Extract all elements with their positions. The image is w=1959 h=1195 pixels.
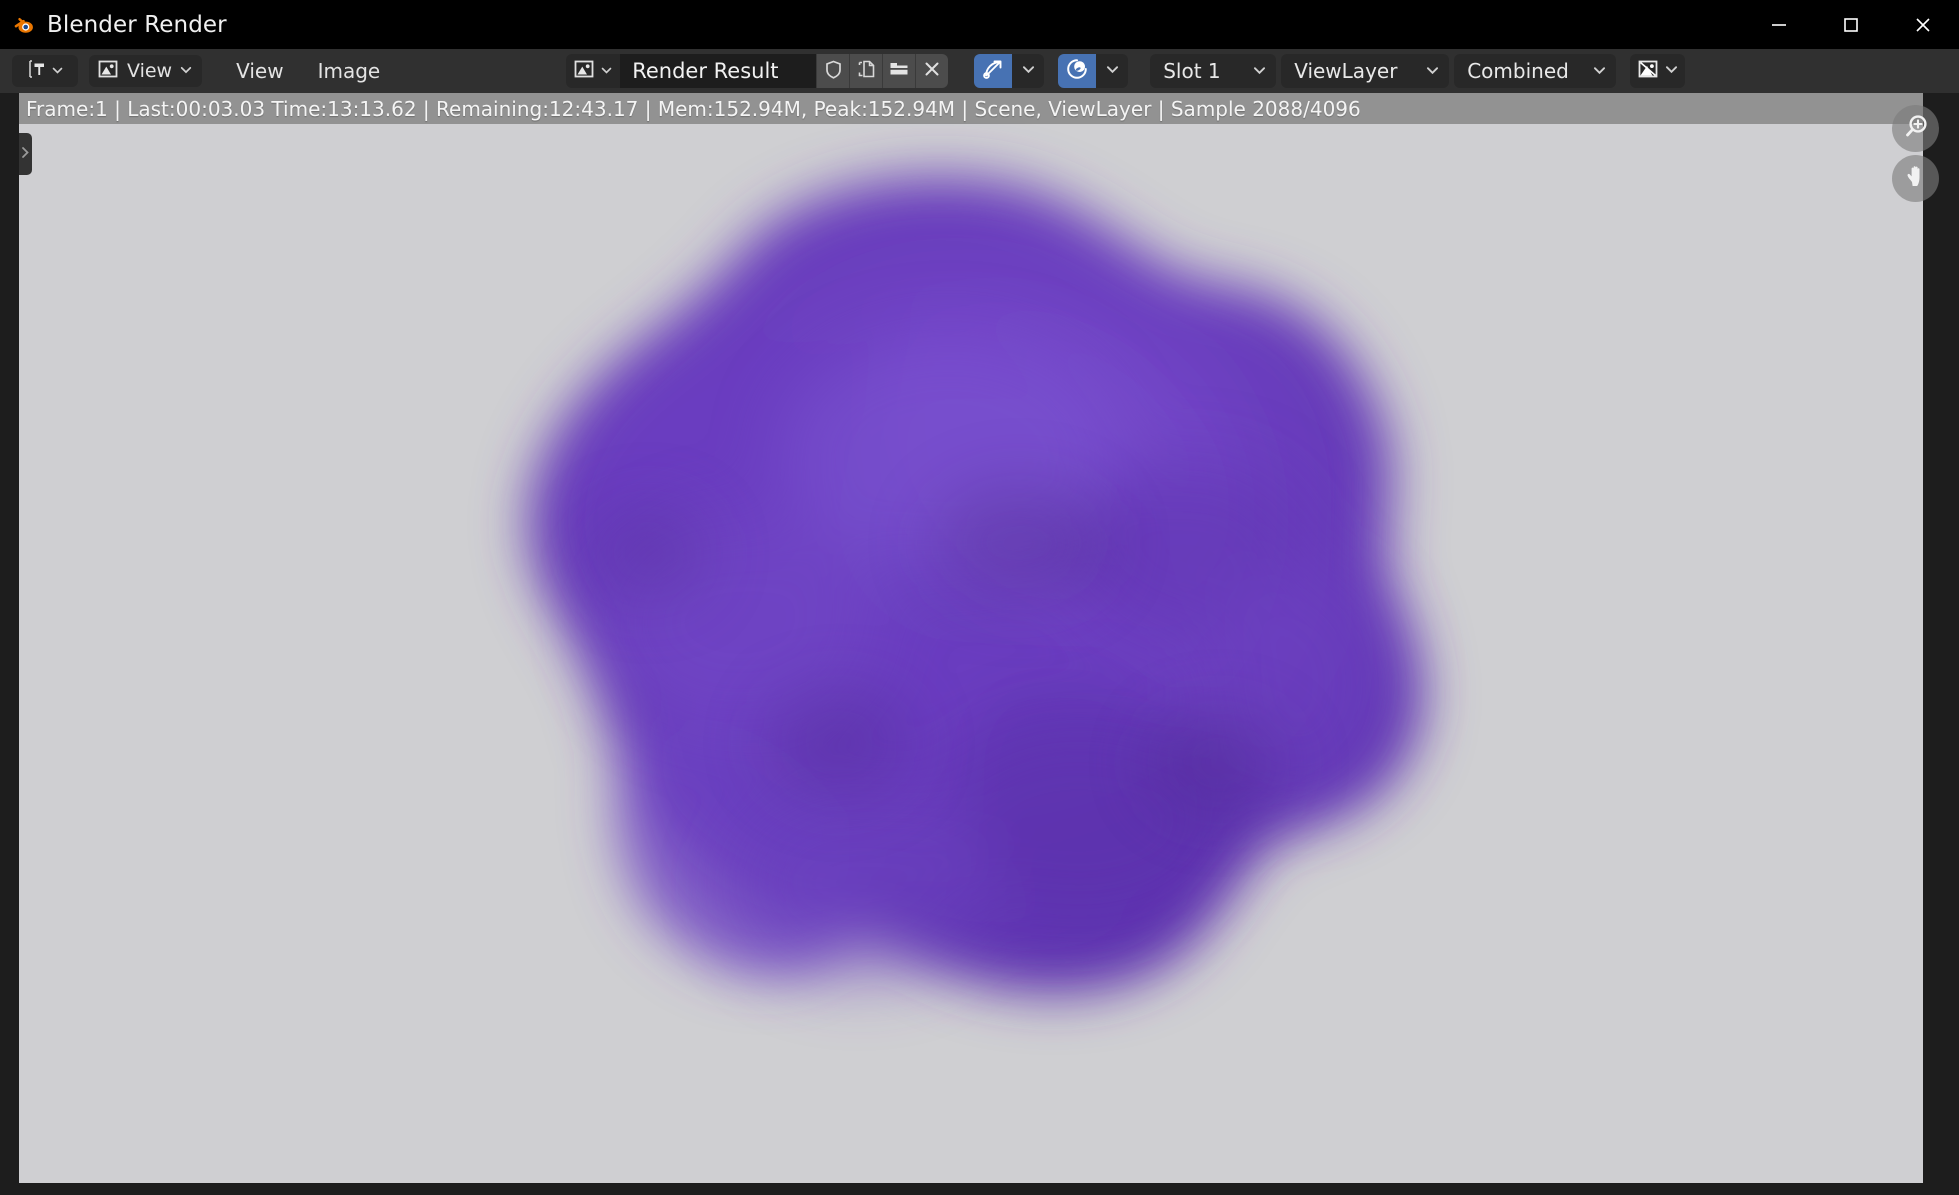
close-button[interactable] (1887, 0, 1959, 49)
chevron-down-icon (1105, 62, 1120, 81)
hand-icon (1901, 162, 1931, 196)
chevron-down-icon (51, 60, 64, 82)
chevron-down-icon (600, 62, 613, 81)
unlink-image-button[interactable] (915, 54, 949, 88)
render-region-toggle-group (974, 54, 1045, 88)
window-title: Blender Render (47, 11, 227, 38)
render-region-options[interactable] (1012, 54, 1045, 88)
render-image-canvas[interactable] (19, 93, 1923, 1183)
minimize-button[interactable] (1743, 0, 1815, 49)
bottom-edge-strip (0, 1183, 1959, 1195)
image-editor-header: View View Image Render Result Slot 1 Vie… (0, 49, 1959, 93)
image-datablock-browse-button[interactable] (566, 54, 621, 88)
trajectory-icon (981, 57, 1005, 85)
view-as-render-options[interactable] (1096, 54, 1129, 88)
view-as-render-toggle[interactable] (1058, 54, 1097, 88)
zoom-gizmo[interactable] (1892, 105, 1939, 152)
viewlayer-dropdown[interactable]: ViewLayer (1281, 54, 1450, 88)
editor-type-selector[interactable] (12, 55, 78, 87)
blender-logo-icon (12, 12, 38, 38)
chevron-down-icon (1592, 59, 1607, 83)
chevron-down-icon (1425, 59, 1440, 83)
copy-icon (856, 59, 877, 84)
blender-render-window: Blender Render View View Image Render Re… (0, 0, 1959, 1195)
render-region-toggle[interactable] (974, 54, 1013, 88)
viewlayer-label: ViewLayer (1294, 59, 1398, 83)
view-mode-label: View (127, 60, 173, 82)
image-datablock-name[interactable]: Render Result (620, 54, 817, 88)
view-mode-selector[interactable]: View (89, 55, 203, 87)
image-datablock-selector: Render Result (566, 54, 949, 88)
rendered-volume-image (319, 123, 1499, 1073)
menu-image[interactable]: Image (306, 55, 393, 87)
maximize-button[interactable] (1815, 0, 1887, 49)
folder-icon (888, 58, 910, 84)
chevron-down-icon (179, 60, 193, 82)
window-controls (1743, 0, 1959, 49)
render-pass-dropdown[interactable]: Combined (1454, 54, 1617, 88)
render-slot-dropdown[interactable]: Slot 1 (1150, 54, 1277, 88)
open-image-button[interactable] (882, 54, 916, 88)
sphere-icon (1065, 57, 1089, 85)
pan-gizmo[interactable] (1892, 155, 1939, 202)
new-image-copy-button[interactable] (849, 54, 883, 88)
fake-user-button[interactable] (816, 54, 850, 88)
display-channels-selector[interactable] (1630, 54, 1686, 88)
view-as-render-toggle-group (1058, 54, 1129, 88)
render-slot-label: Slot 1 (1163, 59, 1221, 83)
chevron-right-icon (20, 145, 31, 164)
close-x-icon (922, 59, 942, 83)
render-pass-label: Combined (1467, 59, 1569, 83)
magnifier-plus-icon (1901, 112, 1931, 146)
image-editor-canvas-area[interactable]: Frame:1 | Last:00:03.03 Time:13:13.62 | … (0, 93, 1959, 1195)
title-bar: Blender Render (0, 0, 1959, 49)
image-editor-type-icon (26, 58, 48, 85)
image-view-mode-icon (96, 57, 120, 86)
chevron-down-icon (1664, 62, 1679, 81)
image-datablock-icon (572, 57, 596, 85)
shield-icon (823, 59, 844, 84)
menu-view[interactable]: View (224, 55, 295, 87)
display-channels-icon (1636, 57, 1660, 85)
sidebar-toggle-arrow[interactable] (19, 133, 32, 175)
chevron-down-icon (1252, 59, 1267, 83)
chevron-down-icon (1021, 62, 1036, 81)
